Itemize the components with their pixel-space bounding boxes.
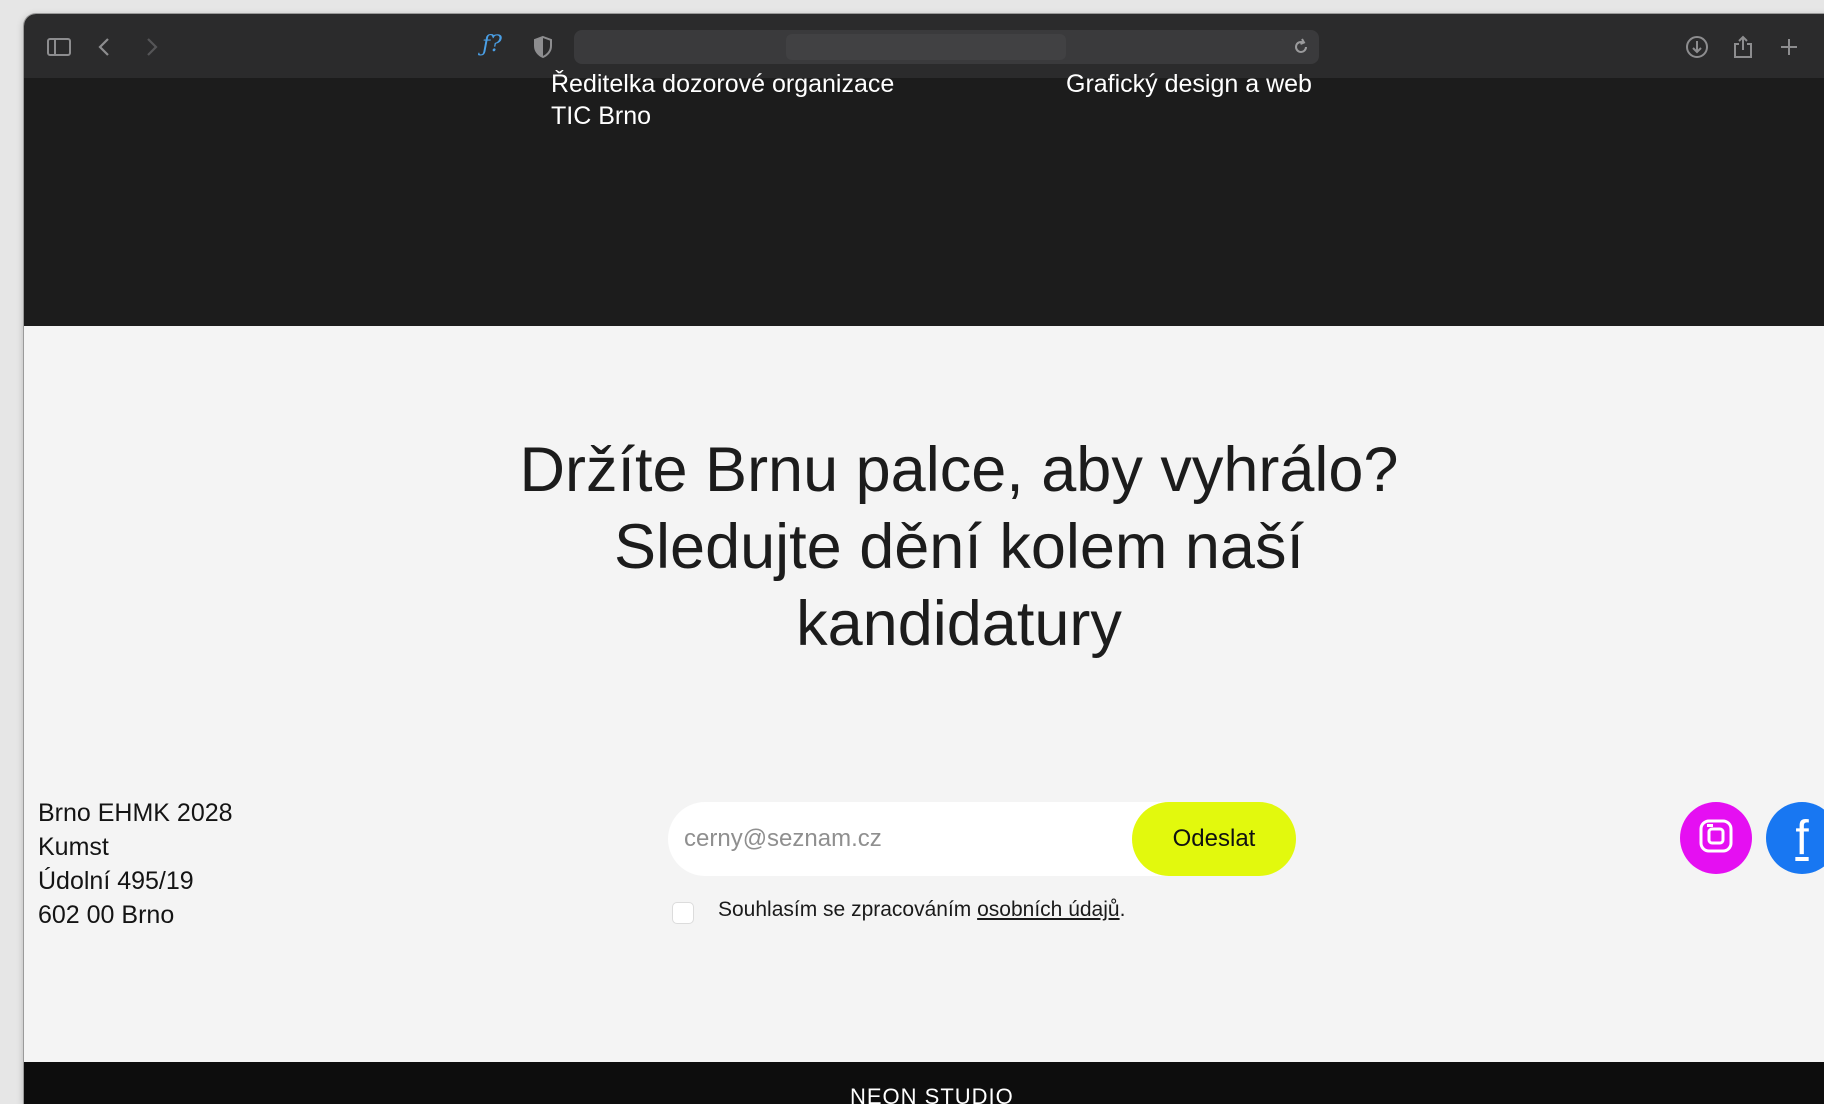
address-line: Kumst	[38, 833, 109, 861]
submit-button[interactable]: Odeslat	[1132, 802, 1296, 876]
instagram-icon	[1696, 816, 1736, 861]
consent-label: Souhlasím se zpracováním osobních údajů.	[718, 898, 1126, 921]
facebook-icon: f	[1795, 811, 1809, 865]
footer-credit: NEON STUDIO	[850, 1084, 1014, 1104]
footer: NEON STUDIO	[24, 1062, 1824, 1104]
address-field[interactable]	[786, 34, 1066, 60]
email-input[interactable]	[682, 820, 1126, 858]
newsletter-form: Odeslat	[668, 802, 1296, 876]
credit-name-left: TIC Brno	[551, 102, 652, 130]
reload-icon[interactable]	[1291, 37, 1311, 57]
address-line: 602 00 Brno	[38, 901, 175, 929]
browser-window: ƒ? Ředitelka dozorové organizace TIC Brn…	[24, 14, 1824, 1104]
credit-role-left: Ředitelka dozorové organizace	[551, 70, 895, 98]
download-icon[interactable]	[1684, 34, 1710, 60]
newsletter-headline: Držíte Brnu palce, aby vyhrálo? Sledujte…	[519, 435, 1399, 659]
team-credits-section: Ředitelka dozorové organizace TIC Brno G…	[24, 70, 1824, 326]
privacy-link[interactable]: osobních údajů	[977, 898, 1119, 921]
address-line: Brno EHMK 2028	[38, 799, 233, 827]
forward-icon[interactable]	[138, 34, 164, 60]
back-icon[interactable]	[92, 34, 118, 60]
shield-icon[interactable]	[530, 34, 556, 60]
consent-checkbox[interactable]	[672, 902, 694, 924]
browser-toolbar: ƒ?	[24, 14, 1824, 79]
new-tab-icon[interactable]	[1776, 34, 1802, 60]
fx-extension-icon[interactable]: ƒ?	[482, 32, 502, 57]
credit-role-right: Grafický design a web	[1066, 70, 1312, 98]
address-line: Údolní 495/19	[38, 867, 194, 895]
facebook-button[interactable]: f	[1766, 802, 1824, 874]
share-icon[interactable]	[1730, 34, 1756, 60]
contact-address: Brno EHMK 2028 Kumst Údolní 495/19 602 0…	[38, 796, 233, 932]
instagram-button[interactable]	[1680, 802, 1752, 874]
address-bar[interactable]	[574, 30, 1319, 64]
sidebar-icon[interactable]	[46, 34, 72, 60]
